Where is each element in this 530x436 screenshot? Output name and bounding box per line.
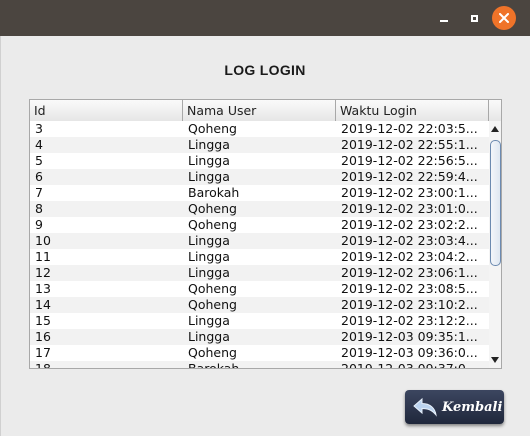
cell-nama-user: Lingga [188, 233, 230, 248]
cell-id: 11 [35, 249, 51, 264]
table-row[interactable]: 17 Qoheng 2019-12-03 09:36:0... [30, 345, 489, 361]
log-table: Id Nama User Waktu Login 3 Qoheng 2019-12-… [29, 99, 502, 369]
cell-waktu-login: 2019-12-02 23:06:1... [341, 265, 478, 280]
table-row[interactable]: 5 Lingga 2019-12-02 22:56:5... [30, 153, 489, 169]
minimize-button[interactable] [433, 7, 455, 29]
table-row[interactable]: 9 Qoheng 2019-12-02 23:02:2... [30, 217, 489, 233]
scroll-up-button[interactable] [489, 123, 501, 135]
cell-nama-user: Lingga [188, 153, 230, 168]
cell-waktu-login: 2019-12-03 09:37:0... [336, 361, 489, 368]
cell-id: 8 [35, 201, 43, 216]
cell-nama-user: Qoheng [188, 217, 237, 232]
cell-nama-user: Lingga [188, 169, 230, 184]
table-row[interactable]: 3 Qoheng 2019-12-02 22:03:5... [30, 121, 489, 137]
column-header-waktu-login[interactable]: Waktu Login [336, 100, 489, 121]
close-button[interactable] [492, 6, 516, 30]
column-header-corner [489, 100, 501, 121]
table-header: Id Nama User Waktu Login [30, 100, 501, 122]
cell-id: 16 [35, 329, 51, 344]
scroll-down-button[interactable] [489, 354, 501, 366]
table-row[interactable]: 6 Lingga 2019-12-02 22:59:4... [30, 169, 489, 185]
cell-id: 6 [35, 169, 43, 184]
title-bar [0, 0, 530, 36]
cell-nama-user: Barokah [183, 361, 336, 368]
back-arrow-icon [411, 396, 439, 418]
close-icon [499, 13, 509, 23]
cell-nama-user: Qoheng [188, 201, 237, 216]
table-row[interactable]: 16 Lingga 2019-12-03 09:35:1... [30, 329, 489, 345]
cell-waktu-login: 2019-12-02 23:12:2... [341, 313, 478, 328]
maximize-button[interactable] [463, 7, 485, 29]
table-row[interactable]: 18Barokah2019-12-03 09:37:0... [30, 361, 489, 368]
table-row[interactable]: 13 Qoheng 2019-12-02 23:08:5... [30, 281, 489, 297]
cell-nama-user: Qoheng [188, 345, 237, 360]
arrow-down-icon [491, 357, 499, 363]
cell-nama-user: Qoheng [188, 281, 237, 296]
table-row[interactable]: 7 Barokah 2019-12-02 23:00:1... [30, 185, 489, 201]
cell-nama-user: Lingga [188, 249, 230, 264]
cell-waktu-login: 2019-12-02 23:01:0... [341, 201, 478, 216]
cell-waktu-login: 2019-12-02 23:03:4... [341, 233, 478, 248]
page-title: LOG LOGIN [224, 62, 306, 78]
table-row[interactable]: 8 Qoheng 2019-12-02 23:01:0... [30, 201, 489, 217]
scrollbar-thumb[interactable] [490, 140, 501, 266]
cell-waktu-login: 2019-12-03 09:36:0... [341, 345, 478, 360]
cell-id: 9 [35, 217, 43, 232]
cell-waktu-login: 2019-12-02 23:04:2... [341, 249, 478, 264]
table-row[interactable]: 4 Lingga 2019-12-02 22:55:1... [30, 137, 489, 153]
column-header-nama-user[interactable]: Nama User [183, 100, 336, 121]
cell-id: 7 [35, 185, 43, 200]
cell-nama-user: Lingga [188, 329, 230, 344]
cell-id: 14 [35, 297, 51, 312]
cell-nama-user: Lingga [188, 313, 230, 328]
maximize-icon [470, 14, 478, 22]
cell-waktu-login: 2019-12-02 22:55:1... [341, 137, 478, 152]
kembali-label: Kembali [442, 399, 503, 415]
vertical-scrollbar[interactable] [489, 121, 501, 368]
cell-waktu-login: 2019-12-02 22:59:4... [341, 169, 478, 184]
cell-id: 4 [35, 137, 43, 152]
table-row[interactable]: 15 Lingga 2019-12-02 23:12:2... [30, 313, 489, 329]
table-row[interactable]: 11 Lingga 2019-12-02 23:04:2... [30, 249, 489, 265]
cell-waktu-login: 2019-12-02 23:10:2... [341, 297, 478, 312]
arrow-up-icon [491, 126, 499, 132]
cell-id: 15 [35, 313, 51, 328]
cell-id: 10 [35, 233, 51, 248]
minimize-icon [440, 20, 448, 22]
cell-nama-user: Qoheng [188, 121, 237, 136]
cell-nama-user: Qoheng [188, 297, 237, 312]
cell-nama-user: Lingga [188, 137, 230, 152]
cell-id: 18 [30, 361, 183, 368]
cell-id: 3 [35, 121, 43, 136]
cell-waktu-login: 2019-12-03 09:35:1... [341, 329, 478, 344]
cell-id: 17 [35, 345, 51, 360]
table-row[interactable]: 12 Lingga 2019-12-02 23:06:1... [30, 265, 489, 281]
cell-waktu-login: 2019-12-02 23:00:1... [341, 185, 478, 200]
cell-waktu-login: 2019-12-02 22:03:5... [341, 121, 478, 136]
table-body: 3 Qoheng 2019-12-02 22:03:5... 4 Lingga 2019-… [30, 121, 489, 368]
cell-waktu-login: 2019-12-02 22:56:5... [341, 153, 478, 168]
column-header-id[interactable]: Id [30, 100, 183, 121]
cell-nama-user: Barokah [188, 185, 240, 200]
cell-id: 5 [35, 153, 43, 168]
cell-waktu-login: 2019-12-02 23:02:2... [341, 217, 478, 232]
cell-waktu-login: 2019-12-02 23:08:5... [341, 281, 478, 296]
cell-nama-user: Lingga [188, 265, 230, 280]
cell-id: 13 [35, 281, 51, 296]
table-row[interactable]: 14 Qoheng 2019-12-02 23:10:2... [30, 297, 489, 313]
table-row[interactable]: 10 Lingga 2019-12-02 23:03:4... [30, 233, 489, 249]
kembali-button[interactable]: Kembali [405, 390, 504, 424]
cell-id: 12 [35, 265, 51, 280]
